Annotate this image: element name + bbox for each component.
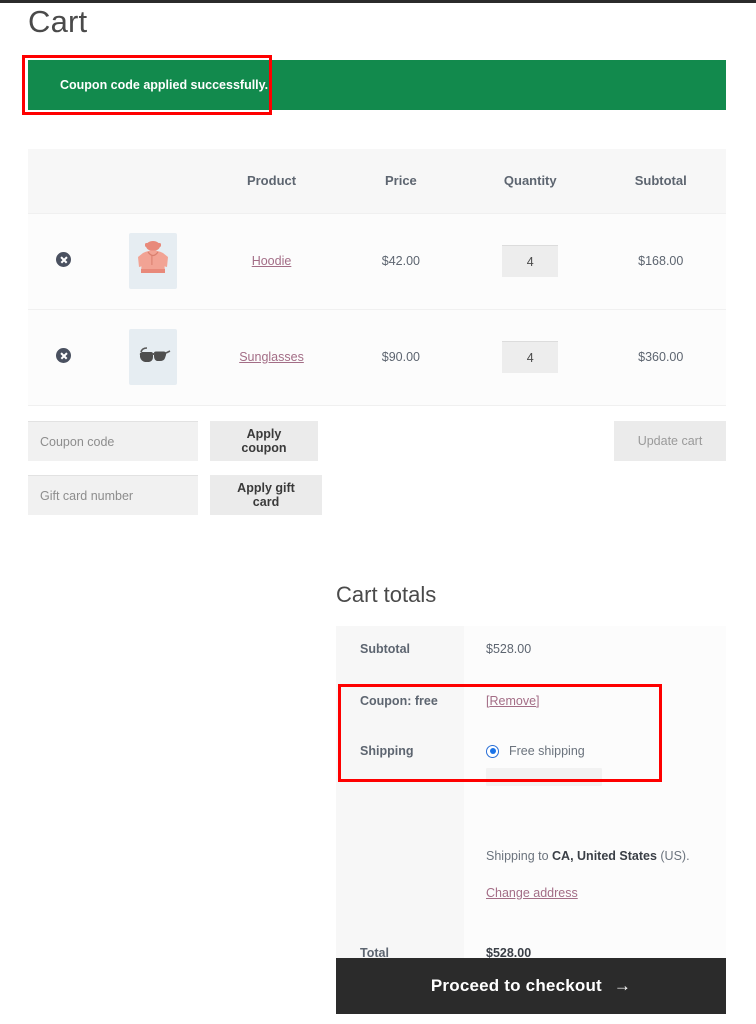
gift-card-number-input[interactable] [28, 475, 198, 515]
table-row: Hoodie $42.00 $168.00 [28, 212, 726, 310]
page-title: Cart [28, 4, 88, 39]
shipping-address-cell: Shipping to CA, United States (US). Chan… [464, 830, 726, 930]
cart-items-table: Product Price Quantity Subtotal Hoodie $… [28, 149, 726, 406]
apply-gift-card-button[interactable]: Apply gift card [210, 475, 322, 515]
proceed-to-checkout-button[interactable]: Proceed to checkout → [336, 958, 726, 1014]
coupon-row: Apply coupon Update cart [28, 421, 726, 461]
cell-subtotal: $168.00 [595, 212, 726, 310]
shipping-to-suffix: (US). [656, 849, 690, 863]
quantity-input[interactable] [502, 341, 559, 373]
change-address-link[interactable]: Change address [486, 886, 578, 900]
shipping-address-spacer [336, 830, 464, 930]
cell-product: Sunglasses [206, 309, 337, 406]
browser-top-edge [0, 0, 756, 3]
cart-table-body: Hoodie $42.00 $168.00 [28, 212, 726, 406]
coupon-area: Apply coupon Update cart Apply gift card [28, 421, 726, 529]
coupon-value: [Remove] [464, 678, 726, 728]
hoodie-thumbnail [129, 233, 178, 289]
shipping-options: Free shipping [464, 728, 726, 830]
shipping-to-location: CA, United States [552, 849, 657, 863]
subtotal-label: Subtotal [336, 626, 464, 678]
totals-row-coupon: Coupon: free [Remove] [336, 678, 726, 728]
cart-totals-table: Subtotal $528.00 Coupon: free [Remove] S… [336, 626, 726, 980]
redacted-block [486, 768, 602, 786]
cell-price: $90.00 [336, 309, 466, 406]
coupon-success-notice: Coupon code applied successfully. [28, 60, 726, 110]
cart-totals-section: Cart totals Subtotal $528.00 Coupon: fre… [336, 580, 726, 980]
cell-thumbnail [99, 309, 207, 406]
arrow-right-icon: → [613, 976, 632, 995]
apply-coupon-button[interactable]: Apply coupon [210, 421, 318, 461]
bracket-close: ] [536, 694, 540, 708]
update-cart-button[interactable]: Update cart [614, 421, 726, 461]
totals-row-shipping-address: Shipping to CA, United States (US). Chan… [336, 830, 726, 930]
cell-thumbnail [99, 212, 207, 310]
header-quantity: Quantity [465, 149, 596, 213]
table-row: Sunglasses $90.00 $360.00 [28, 309, 726, 406]
header-subtotal: Subtotal [595, 149, 726, 213]
cell-price: $42.00 [336, 212, 466, 310]
sunglasses-thumbnail [129, 329, 178, 385]
shipping-option-free[interactable]: Free shipping [486, 744, 726, 758]
coupon-code-input[interactable] [28, 421, 198, 461]
product-link-sunglasses[interactable]: Sunglasses [239, 350, 304, 364]
remove-coupon-link[interactable]: Remove [489, 694, 536, 708]
shipping-to-text: Shipping to CA, United States (US). [486, 846, 726, 866]
shipping-label: Shipping [336, 728, 464, 830]
subtotal-value: $528.00 [464, 626, 726, 678]
cart-totals-title: Cart totals [336, 582, 437, 607]
notice-message: Coupon code applied successfully. [60, 78, 269, 92]
cell-remove [28, 212, 100, 310]
shipping-to-prefix: Shipping to [486, 849, 553, 863]
cell-quantity [465, 212, 596, 310]
product-link-hoodie[interactable]: Hoodie [252, 254, 292, 268]
header-thumbnail [99, 149, 207, 213]
checkout-label: Proceed to checkout [430, 976, 602, 995]
giftcard-row: Apply gift card [28, 475, 726, 515]
cell-remove [28, 309, 100, 406]
cell-subtotal: $360.00 [595, 309, 726, 406]
radio-selected-icon[interactable] [486, 744, 499, 758]
remove-item-icon[interactable] [56, 252, 72, 267]
shipping-option-label: Free shipping [509, 744, 585, 758]
header-price: Price [336, 149, 466, 213]
cart-page: Cart Coupon code applied successfully. P… [0, 0, 756, 1024]
cell-quantity [465, 309, 596, 406]
cell-product: Hoodie [206, 212, 337, 310]
totals-row-shipping: Shipping Free shipping [336, 728, 726, 830]
totals-row-subtotal: Subtotal $528.00 [336, 626, 726, 678]
cart-table-head: Product Price Quantity Subtotal [28, 149, 726, 213]
cart-header-row: Product Price Quantity Subtotal [28, 149, 726, 213]
coupon-label: Coupon: free [336, 678, 464, 728]
quantity-input[interactable] [502, 245, 559, 277]
remove-item-icon[interactable] [56, 348, 72, 363]
header-remove [28, 149, 100, 213]
header-product: Product [206, 149, 337, 213]
